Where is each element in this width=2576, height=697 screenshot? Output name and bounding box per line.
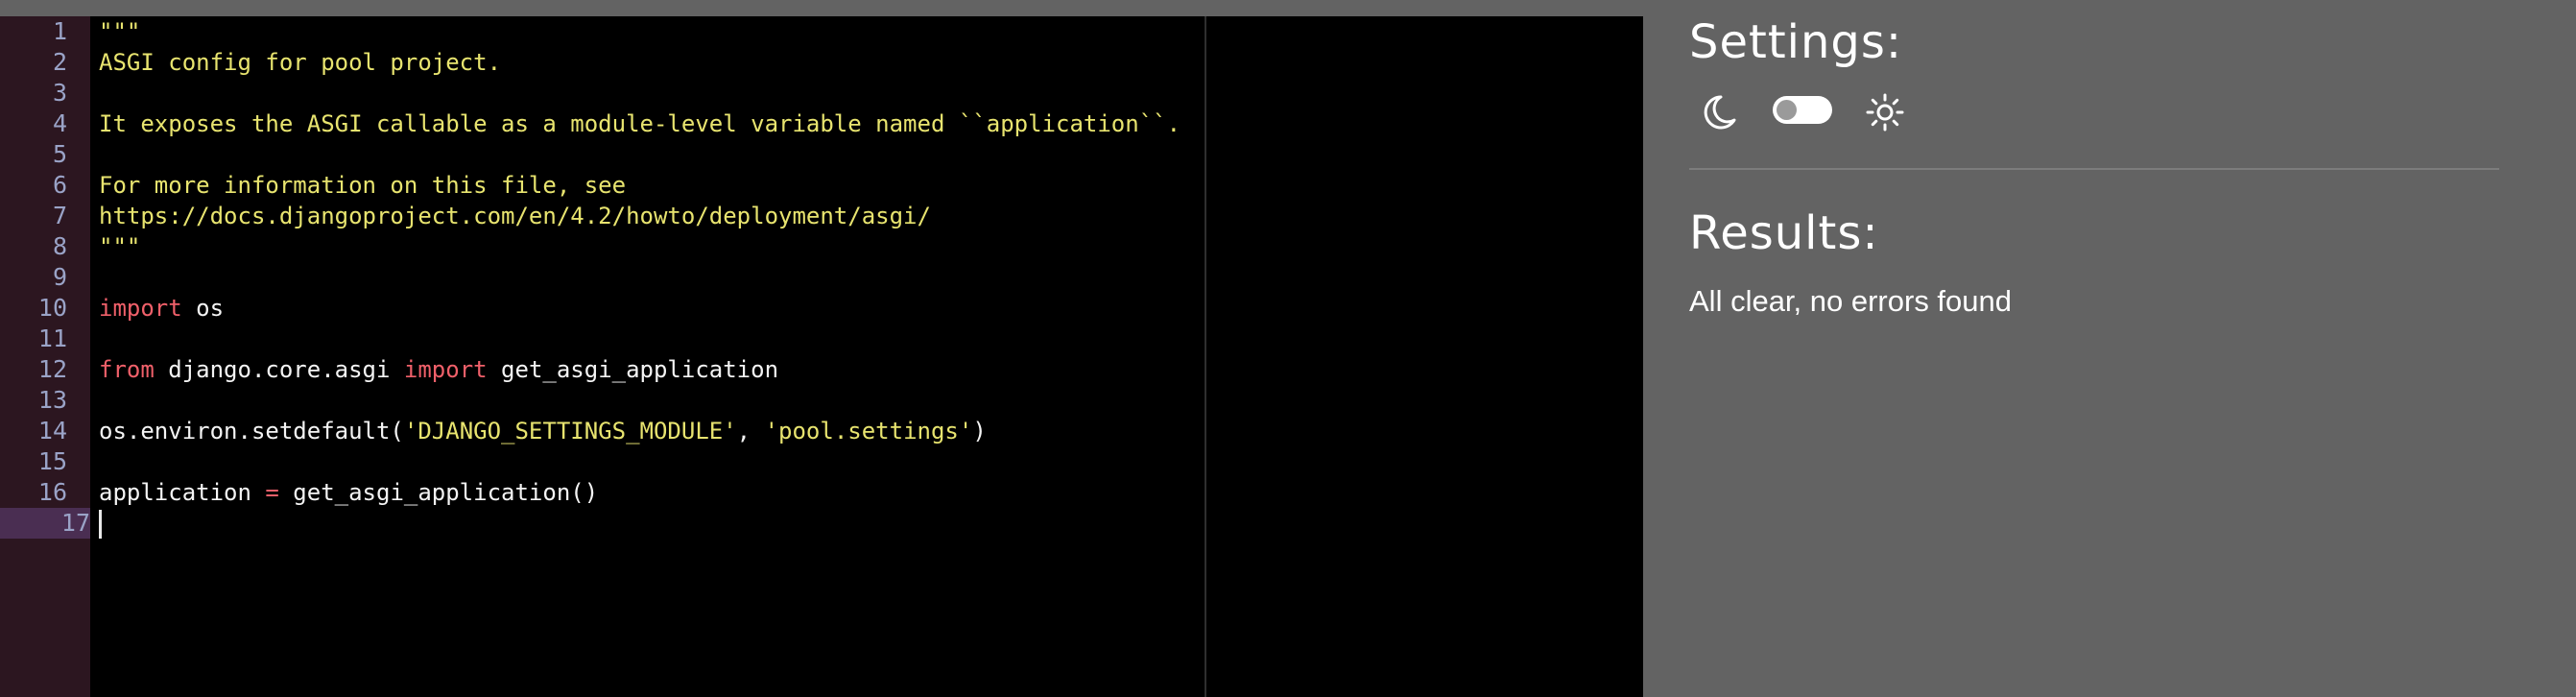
line-number: 2 — [52, 48, 67, 76]
code-line[interactable]: ASGI config for pool project. — [99, 47, 501, 78]
code-token: get_asgi_application — [487, 356, 779, 383]
sun-icon[interactable] — [1864, 91, 1906, 133]
line-number: 15 — [37, 447, 67, 475]
code-line[interactable]: It exposes the ASGI callable as a module… — [99, 108, 1181, 139]
code-line[interactable]: https://docs.djangoproject.com/en/4.2/ho… — [99, 201, 931, 231]
line-number: 1 — [52, 17, 67, 45]
line-number: 6 — [52, 171, 67, 199]
code-token: ASGI config for pool project. — [99, 49, 502, 76]
settings-title: Settings: — [1689, 15, 1903, 69]
line-number: 3 — [52, 79, 67, 107]
code-token: from — [99, 356, 155, 383]
print-margin-ruler — [1205, 16, 1206, 697]
code-token: """ — [99, 18, 141, 45]
code-token: It exposes the ASGI callable as a module… — [99, 110, 1181, 137]
line-number: 9 — [52, 263, 67, 291]
line-number: 4 — [52, 109, 67, 137]
code-token: = — [265, 479, 279, 506]
line-number: 8 — [52, 232, 67, 260]
line-number: 12 — [37, 355, 67, 383]
code-line[interactable]: application = get_asgi_application() — [99, 477, 598, 508]
theme-toggle[interactable] — [1773, 96, 1832, 124]
line-number: 11 — [37, 324, 67, 352]
code-line[interactable]: For more information on this file, see — [99, 170, 626, 201]
line-number: 7 — [52, 202, 67, 229]
code-token: import — [99, 295, 182, 322]
code-token: django.core.asgi — [154, 356, 404, 383]
results-title: Results: — [1689, 206, 1879, 260]
code-token: https://docs.djangoproject.com/en/4.2/ho… — [99, 203, 931, 229]
code-editor[interactable]: 1 2 3 4 5 6 7 8 9 10 11 12 13 14 15 16 17 """ ASGI config… — [0, 16, 1643, 697]
code-token: For more information on this file, see — [99, 172, 627, 199]
code-token: 'pool.settings' — [764, 418, 973, 445]
line-number: 5 — [52, 140, 67, 168]
line-number: 10 — [37, 294, 67, 322]
line-number: 14 — [37, 417, 67, 445]
line-number: 17 — [0, 508, 90, 539]
code-token: os — [181, 295, 225, 322]
code-token: os.environ.setdefault( — [99, 418, 404, 445]
code-token: get_asgi_application() — [278, 479, 599, 506]
code-token: application — [99, 479, 266, 506]
code-line[interactable]: """ — [99, 231, 140, 262]
text-cursor — [99, 510, 102, 539]
toggle-knob — [1777, 100, 1797, 120]
code-token: ) — [972, 418, 987, 445]
code-token: """ — [99, 233, 141, 260]
code-line[interactable]: import os — [99, 293, 224, 324]
side-panel: Settings: Results: All clear, no errors … — [1643, 0, 2576, 697]
code-token: 'DJANGO_SETTINGS_MODULE' — [403, 418, 737, 445]
results-message: All clear, no errors found — [1689, 284, 2013, 318]
code-line[interactable]: os.environ.setdefault('DJANGO_SETTINGS_M… — [99, 416, 987, 446]
line-number: 13 — [37, 386, 67, 414]
line-number: 16 — [37, 478, 67, 506]
code-token: , — [736, 418, 765, 445]
moon-icon[interactable] — [1698, 91, 1740, 133]
code-token: import — [403, 356, 488, 383]
code-line[interactable]: from django.core.asgi import get_asgi_ap… — [99, 354, 778, 385]
code-line[interactable]: """ — [99, 16, 140, 47]
section-divider — [1689, 168, 2499, 170]
line-number-gutter: 1 2 3 4 5 6 7 8 9 10 11 12 13 14 15 16 17 — [0, 16, 90, 697]
